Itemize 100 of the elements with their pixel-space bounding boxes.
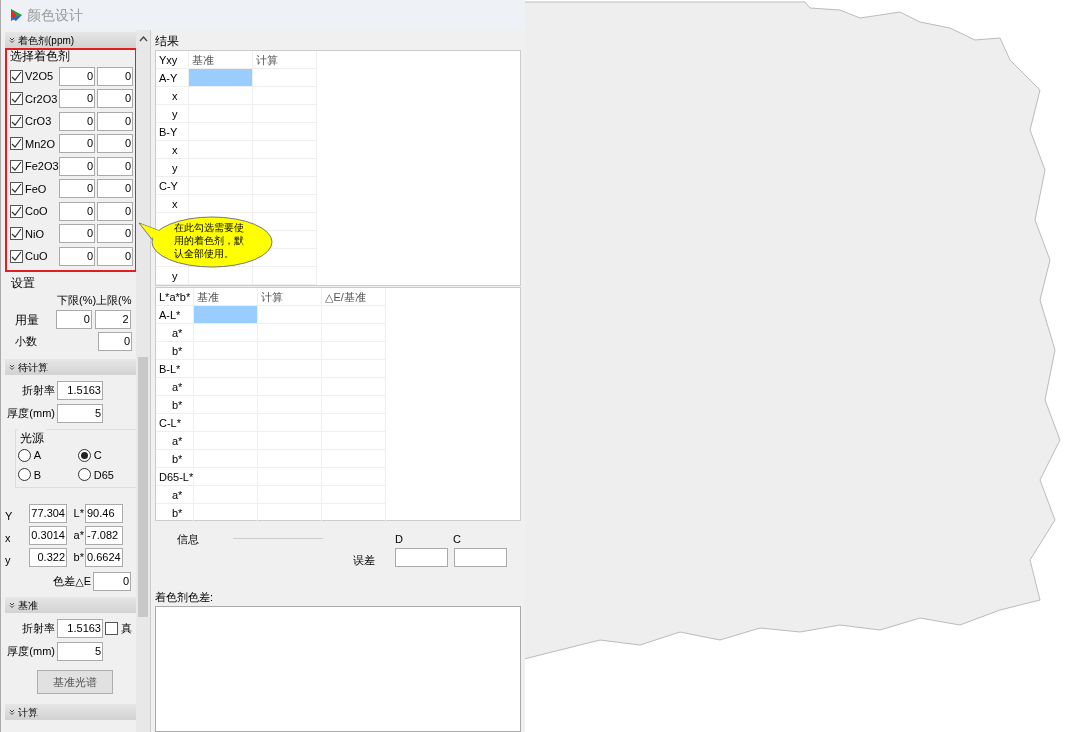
spectrum-button[interactable]: 基准光谱 bbox=[37, 670, 113, 694]
table-cell[interactable] bbox=[258, 306, 322, 324]
group-label: 设置 bbox=[10, 274, 36, 292]
column-header: △E/基准 bbox=[322, 288, 386, 306]
input-field[interactable]: -7.082 bbox=[85, 525, 123, 545]
chevron-icon bbox=[9, 37, 15, 43]
input-field[interactable]: 0 bbox=[55, 310, 92, 329]
checkbox[interactable] bbox=[10, 204, 23, 218]
input-field[interactable]: 0.6624 bbox=[85, 547, 123, 567]
table-cell[interactable] bbox=[189, 87, 253, 105]
input-field[interactable]: 0 bbox=[59, 66, 95, 86]
input-field[interactable]: 0 bbox=[97, 111, 133, 131]
field-label: 厚度(mm) bbox=[6, 406, 56, 422]
field-label: b* bbox=[72, 549, 85, 565]
input-field[interactable]: 0 bbox=[98, 332, 132, 351]
checkbox-label: 真 bbox=[121, 621, 132, 637]
input-field[interactable]: 0 bbox=[97, 66, 133, 86]
app-icon bbox=[9, 8, 23, 22]
column-label: 上限(% bbox=[96, 292, 132, 308]
section-header[interactable]: 计算 bbox=[5, 704, 136, 720]
column-label: C bbox=[453, 532, 461, 547]
checkbox[interactable] bbox=[105, 622, 118, 635]
section-header[interactable]: 着色剂(ppm) bbox=[5, 32, 136, 48]
radio-button[interactable] bbox=[78, 468, 91, 482]
section-header[interactable]: 基准 bbox=[5, 597, 136, 613]
field-label: 折射率 bbox=[21, 621, 56, 637]
input-field[interactable]: 0 bbox=[59, 134, 95, 154]
column-header: 计算 bbox=[253, 51, 317, 69]
radio-option[interactable]: D65 bbox=[78, 466, 138, 483]
colorant-label: V2O5 bbox=[25, 69, 55, 84]
input-field[interactable]: 0 bbox=[97, 89, 133, 109]
row-label: b* bbox=[156, 450, 194, 468]
input-field[interactable]: 0 bbox=[97, 156, 133, 176]
check-icon bbox=[11, 93, 22, 105]
input-field[interactable]: 0 bbox=[93, 572, 131, 591]
input-field[interactable]: 0 bbox=[97, 224, 133, 244]
checkbox[interactable] bbox=[10, 159, 23, 173]
input-field[interactable]: 0 bbox=[59, 111, 95, 131]
radio-button[interactable] bbox=[18, 448, 31, 462]
table-cell[interactable] bbox=[194, 324, 258, 342]
radio-option[interactable]: B bbox=[18, 466, 78, 483]
input-field[interactable]: 5 bbox=[57, 642, 103, 661]
input-field[interactable]: 0 bbox=[97, 201, 133, 221]
info-label: 信息 bbox=[177, 532, 199, 547]
input-field[interactable]: 1.5163 bbox=[57, 381, 103, 400]
checkbox[interactable] bbox=[10, 182, 23, 196]
section-header[interactable]: 待计算 bbox=[5, 359, 136, 375]
input-field[interactable]: 1.5163 bbox=[57, 619, 103, 638]
input-field[interactable]: 0 bbox=[97, 246, 133, 266]
checkbox[interactable] bbox=[10, 227, 23, 241]
table-cell[interactable] bbox=[253, 69, 317, 87]
checkbox[interactable] bbox=[10, 249, 23, 263]
checkbox[interactable] bbox=[10, 114, 23, 128]
input-field[interactable]: 90.46 bbox=[85, 503, 123, 523]
checkbox[interactable] bbox=[10, 92, 23, 106]
radio-option[interactable]: A bbox=[18, 447, 78, 464]
input-field[interactable]: 0 bbox=[97, 179, 133, 199]
input-field[interactable]: 0 bbox=[97, 134, 133, 154]
radio-button[interactable] bbox=[18, 468, 31, 482]
chevron-icon bbox=[9, 364, 15, 370]
section-title: 计算 bbox=[18, 705, 38, 720]
check-icon bbox=[11, 138, 22, 150]
input-field[interactable]: 0 bbox=[59, 156, 95, 176]
text-area[interactable] bbox=[155, 605, 521, 732]
row-label: b* bbox=[156, 504, 194, 522]
radio-button[interactable] bbox=[78, 448, 91, 462]
field-label: L* bbox=[72, 505, 85, 521]
input-field[interactable]: 0 bbox=[59, 201, 95, 221]
row-label: C-Y bbox=[156, 177, 189, 195]
chevron-icon bbox=[9, 602, 15, 608]
input-field[interactable] bbox=[395, 548, 448, 567]
field-label: 小数 bbox=[15, 334, 38, 350]
checkbox[interactable] bbox=[10, 69, 23, 83]
field-label: 厚度(mm) bbox=[6, 644, 56, 660]
radio-option[interactable]: C bbox=[78, 447, 138, 464]
chevron-icon bbox=[9, 709, 15, 715]
colorant-label: Mn2O bbox=[25, 136, 56, 152]
row-label: C-L* bbox=[156, 414, 194, 432]
input-field[interactable]: 0 bbox=[59, 89, 95, 109]
input-field[interactable] bbox=[454, 548, 507, 567]
input-field[interactable]: 0.322 bbox=[29, 547, 67, 567]
input-field[interactable]: 0 bbox=[59, 246, 95, 266]
input-field[interactable]: 5 bbox=[57, 404, 103, 423]
input-field[interactable]: 77.304 bbox=[29, 503, 67, 523]
table-cell[interactable] bbox=[194, 306, 258, 324]
check-icon bbox=[11, 250, 22, 262]
row-label: x bbox=[156, 195, 189, 213]
input-field[interactable]: 0.3014 bbox=[29, 525, 67, 545]
check-icon bbox=[11, 115, 22, 127]
input-field[interactable]: 0 bbox=[59, 179, 95, 199]
section-title: 待计算 bbox=[18, 360, 48, 375]
table-cell[interactable] bbox=[258, 324, 322, 342]
colorant-label: CoO bbox=[25, 204, 49, 219]
table-cell[interactable] bbox=[253, 87, 317, 105]
checkbox[interactable] bbox=[10, 137, 23, 151]
group-label: 光源 bbox=[18, 429, 46, 447]
input-field[interactable]: 0 bbox=[59, 224, 95, 244]
table-cell[interactable] bbox=[189, 69, 253, 87]
scrollbar-thumb[interactable] bbox=[138, 357, 148, 617]
input-field[interactable]: 2 bbox=[94, 310, 131, 329]
